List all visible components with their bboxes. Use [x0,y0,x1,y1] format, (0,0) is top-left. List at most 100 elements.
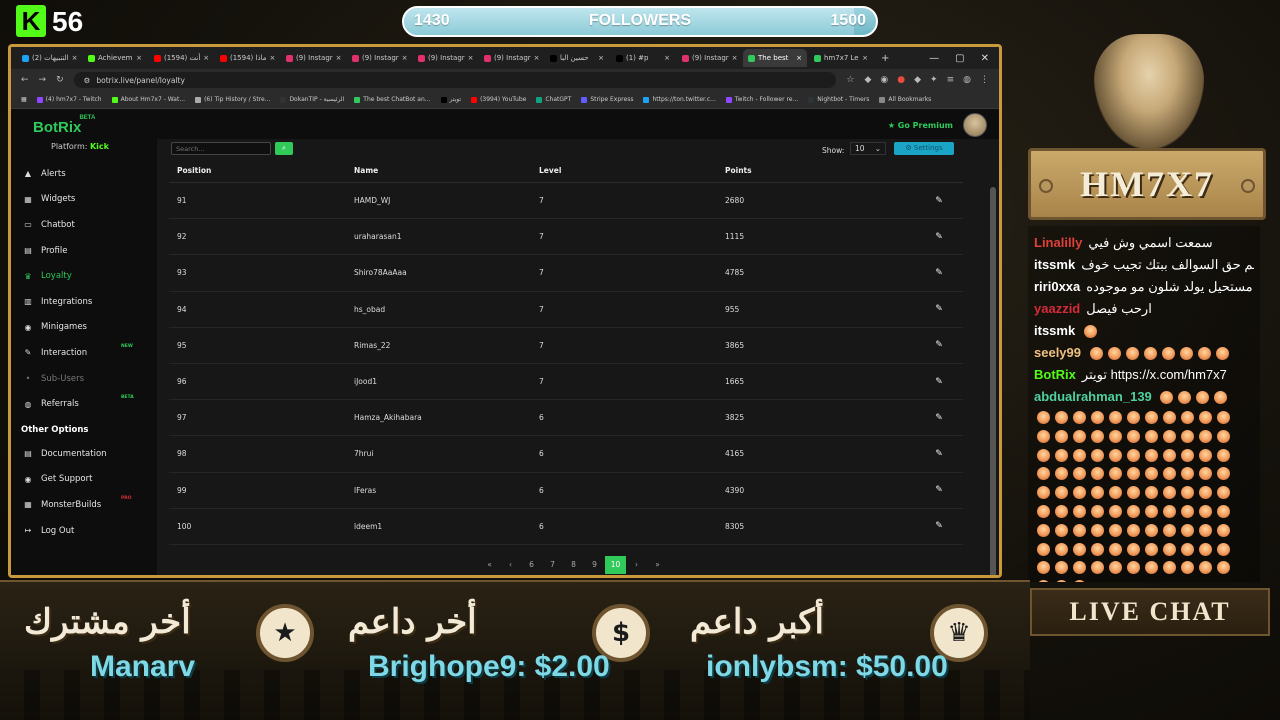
page-button[interactable]: › [626,556,647,574]
col-level[interactable]: Level [539,166,725,175]
browser-tab[interactable]: (9) Instagr × [479,49,543,67]
page-button[interactable]: 10 [605,556,626,574]
bookmark-item[interactable]: DokanTIP - الرئيسية [280,96,344,103]
page-scrollbar[interactable] [990,187,996,575]
tab-close-icon[interactable]: × [269,54,275,62]
col-name[interactable]: Name [354,166,539,175]
bookmark-item[interactable]: (6) Tip History / Stre... [195,96,270,103]
brand-logo[interactable]: BotRix BETA [33,115,95,136]
browser-tab[interactable]: The best × [743,49,807,67]
browser-tab[interactable]: (9) Instagr × [347,49,411,67]
search-input[interactable] [171,142,271,155]
user-avatar[interactable] [963,113,987,137]
search-button[interactable]: ⌕ [275,142,293,155]
page-button[interactable]: 7 [542,556,563,574]
sidebar-item-minigames[interactable]: ◉ Minigames [11,315,157,341]
sidebar-item-chatbot[interactable]: ▭ Chatbot [11,212,157,238]
browser-tab[interactable]: (9) Instagr × [677,49,741,67]
page-button[interactable]: 8 [563,556,584,574]
tab-close-icon[interactable]: × [664,54,670,62]
browser-tab[interactable]: (1594) ماذا × [215,49,279,67]
extension-shield-icon[interactable]: ◆ [864,75,871,85]
browser-tab[interactable]: (9) Instagr × [281,49,345,67]
sidebar-item-get-support[interactable]: ◉ Get Support [11,467,157,493]
bookmark-item[interactable]: About Hm7x7 - Wat... [111,96,185,103]
page-size-select[interactable]: 10 ⌄ [850,142,886,155]
new-tab-icon[interactable]: + [875,53,895,64]
bookmark-item[interactable]: (4) hm7x7 - Twitch [36,96,102,103]
browser-tab[interactable]: Achievem × [83,49,147,67]
extension-diamond-icon[interactable]: ◆ [914,75,921,85]
sidebar-item-monsterbuilds[interactable]: ▦ MonsterBuilds PRO [11,492,157,518]
url-field[interactable]: ⚙ botrix.live/panel/loyalty [73,72,837,88]
sidebar-item-log-out[interactable]: ↦ Log Out [11,518,157,544]
extension-red-icon[interactable]: ● [897,75,905,85]
bookmark-item[interactable]: (3994) YouTube [471,96,526,103]
close-window-icon[interactable]: ✕ [981,53,989,64]
sidebar-item-interaction[interactable]: ✎ Interaction NEW [11,340,157,366]
sidebar-item-referrals[interactable]: ◍ Referrals BETA [11,391,157,417]
bookmark-item[interactable]: تويتر [440,96,461,103]
page-button[interactable]: » [647,556,668,574]
settings-button[interactable]: ⚙ Settings [894,142,954,155]
apps-icon[interactable]: ▦ [21,96,27,103]
col-position[interactable]: Position [169,166,354,175]
browser-tab[interactable]: (9) Instagr × [413,49,477,67]
page-button[interactable]: ‹ [500,556,521,574]
browser-tab[interactable]: (2) التنبيهات × [17,49,81,67]
tab-close-icon[interactable]: × [72,54,78,62]
tab-close-icon[interactable]: × [598,54,604,62]
back-icon[interactable]: ← [21,75,29,85]
browser-tab[interactable]: hm7x7 Le × [809,49,873,67]
site-info-icon[interactable]: ⚙ [84,76,91,85]
bookmark-item[interactable]: The best ChatBot an... [354,96,431,103]
edit-pencil-icon[interactable]: ✎ [935,196,943,206]
bookmark-star-icon[interactable]: ☆ [846,75,854,85]
reload-icon[interactable]: ↻ [56,75,64,85]
edit-pencil-icon[interactable]: ✎ [935,304,943,314]
tab-close-icon[interactable]: × [136,54,142,62]
bookmark-item[interactable]: ChatGPT [536,96,571,103]
page-button[interactable]: « [479,556,500,574]
minimize-icon[interactable]: — [929,53,939,64]
edit-pencil-icon[interactable]: ✎ [935,232,943,242]
tab-close-icon[interactable]: × [862,54,868,62]
tab-close-icon[interactable]: × [402,54,408,62]
tab-close-icon[interactable]: × [336,54,342,62]
tab-close-icon[interactable]: × [203,54,209,62]
edit-pencil-icon[interactable]: ✎ [935,485,943,495]
bookmark-item[interactable]: Twitch - Follower re... [725,96,798,103]
page-button[interactable]: 6 [521,556,542,574]
bookmark-item[interactable]: https://ton.twitter.c... [643,96,716,103]
go-premium-button[interactable]: ★ Go Premium [888,121,953,130]
bookmark-item[interactable]: Stripe Express [581,96,633,103]
bookmark-item[interactable]: Nightbot - Timers [808,96,869,103]
bookmark-item[interactable]: All Bookmarks [879,96,931,103]
tab-close-icon[interactable]: × [534,54,540,62]
tab-close-icon[interactable]: × [796,54,802,62]
browser-menu-icon[interactable]: ⋮ [980,75,989,85]
extension-gamepad-icon[interactable]: ◉ [880,75,888,85]
extensions-puzzle-icon[interactable]: ✦ [930,75,938,85]
maximize-icon[interactable]: ▢ [955,53,964,64]
sidebar-item-profile[interactable]: ▤ Profile [11,238,157,264]
edit-pencil-icon[interactable]: ✎ [935,340,943,350]
edit-pencil-icon[interactable]: ✎ [935,413,943,423]
col-points[interactable]: Points [725,166,915,175]
browser-tab[interactable]: (1) #p × [611,49,675,67]
edit-pencil-icon[interactable]: ✎ [935,521,943,531]
browser-tab[interactable]: حسين البا × [545,49,609,67]
sidebar-item-widgets[interactable]: ▦ Widgets [11,187,157,213]
sidebar-item-integrations[interactable]: ▥ Integrations [11,289,157,315]
edit-pencil-icon[interactable]: ✎ [935,449,943,459]
tab-search-icon[interactable]: ≡ [947,75,955,85]
tab-close-icon[interactable]: × [468,54,474,62]
sidebar-item-documentation[interactable]: ▤ Documentation [11,441,157,467]
browser-tab[interactable]: (1594) أنت × [149,49,213,67]
profile-icon[interactable]: ◍ [963,75,971,85]
edit-pencil-icon[interactable]: ✎ [935,377,943,387]
page-button[interactable]: 9 [584,556,605,574]
edit-pencil-icon[interactable]: ✎ [935,268,943,278]
tab-close-icon[interactable]: × [732,54,738,62]
sidebar-item-loyalty[interactable]: ♛ Loyalty [11,263,157,289]
